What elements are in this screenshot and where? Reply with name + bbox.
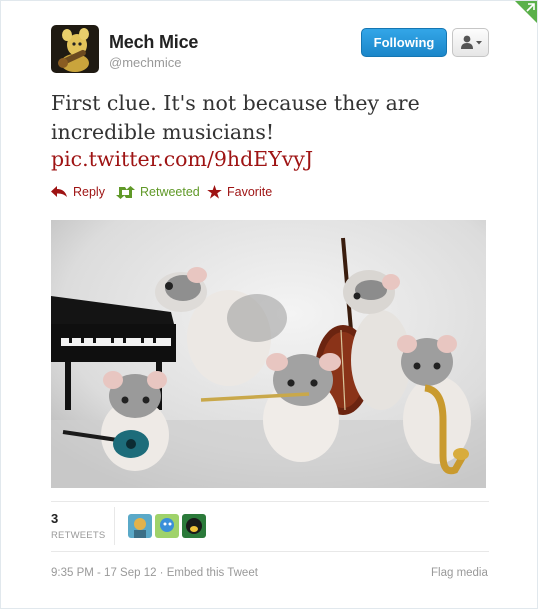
user-actions-dropdown[interactable]	[452, 28, 489, 57]
tweet-card: Mech Mice @mechmice Following First clue…	[0, 0, 538, 609]
star-icon	[207, 185, 222, 199]
tweet-timestamp[interactable]: 9:35 PM - 17 Sep 12	[51, 567, 156, 579]
stats-separator	[114, 507, 115, 545]
retweet-button[interactable]: Retweeted	[116, 183, 200, 201]
reply-label: Reply	[73, 185, 105, 199]
divider-bottom	[51, 551, 489, 552]
favorite-label: Favorite	[227, 185, 273, 199]
tweet-photo[interactable]	[51, 220, 486, 488]
divider-top	[51, 501, 489, 502]
embed-tweet-link[interactable]: Embed this Tweet	[167, 567, 258, 579]
following-button[interactable]: Following	[361, 28, 447, 57]
avatar[interactable]	[51, 25, 99, 73]
retweeter-avatar-3[interactable]	[182, 514, 206, 538]
retweeter-avatar-1[interactable]	[128, 514, 152, 538]
screen-name[interactable]: @mechmice	[109, 55, 181, 70]
retweet-count[interactable]: 3	[51, 511, 58, 526]
retweet-label: Retweeted	[140, 185, 200, 199]
tweet-meta: 9:35 PM - 17 Sep 12 · Embed this Tweet	[51, 567, 258, 579]
retweet-count-label[interactable]: RETWEETS	[51, 530, 105, 541]
user-chevron-icon	[461, 35, 482, 49]
retweeter-avatar-2[interactable]	[155, 514, 179, 538]
reply-arrow-icon	[51, 186, 67, 197]
tweet-media-link[interactable]: pic.twitter.com/9hdEYvyJ	[51, 145, 313, 174]
retweeter-avatars	[128, 514, 206, 538]
meta-separator: ·	[156, 567, 167, 579]
tweet-text: First clue. It's not because they are in…	[51, 91, 420, 144]
retweet-icon	[116, 185, 135, 199]
display-name[interactable]: Mech Mice	[109, 32, 198, 53]
favorite-button[interactable]: Favorite	[207, 183, 272, 201]
corner-fold-icon[interactable]	[515, 1, 537, 23]
reply-button[interactable]: Reply	[51, 183, 105, 201]
flag-media-link[interactable]: Flag media	[431, 567, 488, 579]
